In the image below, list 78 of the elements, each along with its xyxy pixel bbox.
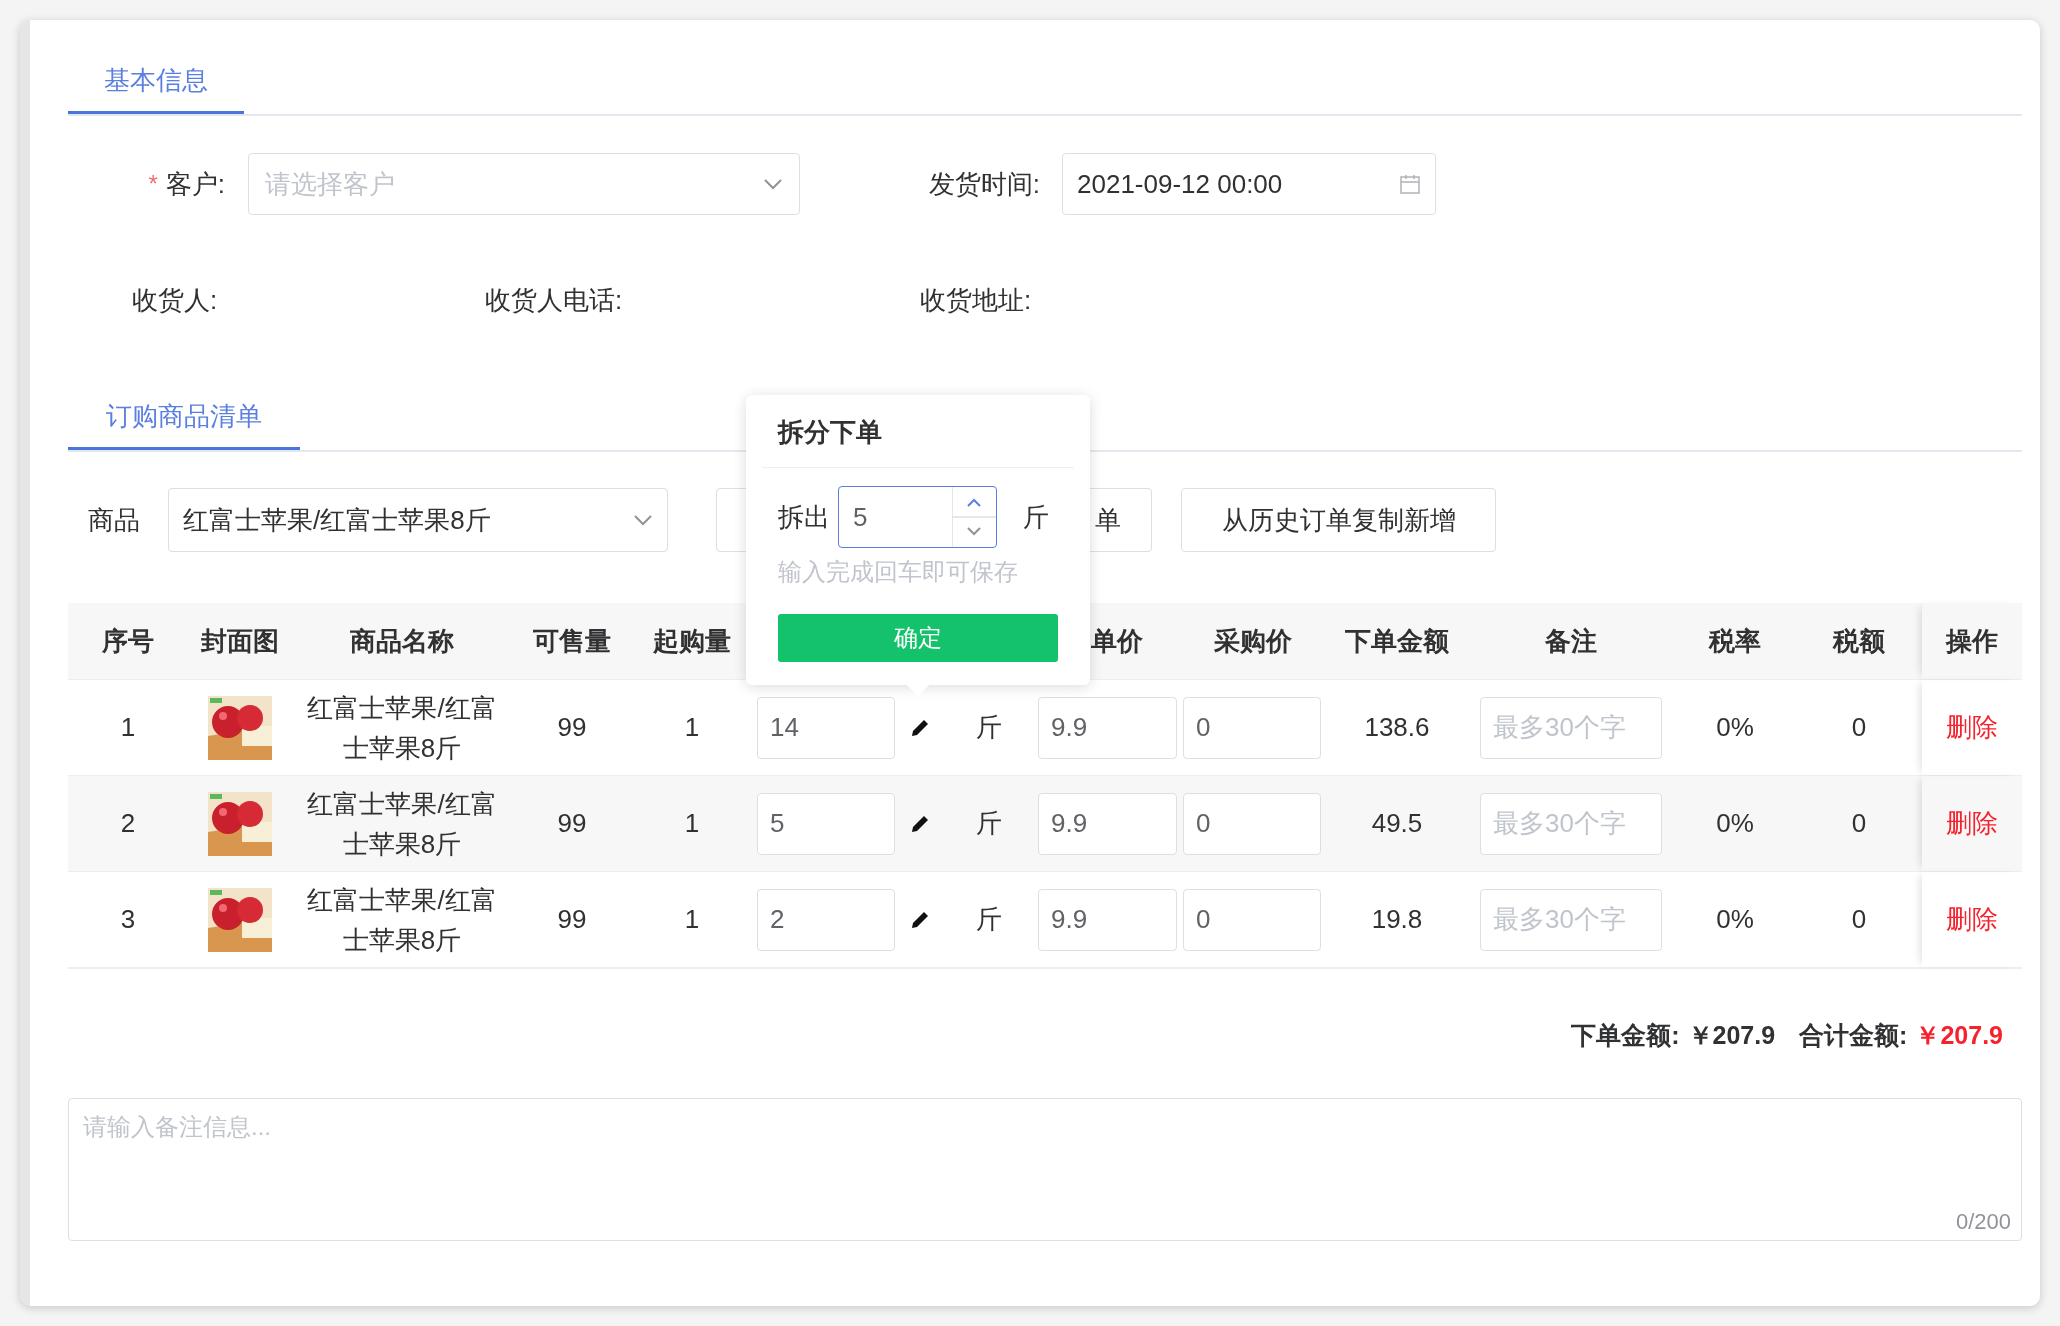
input-field[interactable]: 0 [1183, 696, 1321, 759]
apples-drawing [208, 695, 272, 760]
info-label: 收货人电话: [485, 284, 623, 315]
field-label: 拆出 [778, 500, 830, 534]
column-header: 操作 [1946, 624, 1998, 658]
field-label: 发货时间: [928, 167, 1040, 201]
input-field[interactable]: 9.9 [1038, 888, 1177, 951]
column-header: 税额 [1833, 624, 1885, 658]
remark-textarea[interactable]: 请输入备注信息... 0/200 [68, 1098, 2022, 1241]
table-cell-text: 99 [557, 903, 587, 936]
delete-link[interactable]: 删除 [1946, 900, 1998, 939]
table-cell-text: 3 [120, 903, 136, 936]
table-cell-text: 0 [1851, 807, 1867, 840]
unit-label: 斤 [1023, 500, 1049, 534]
table-cell-text: 99 [557, 807, 587, 840]
input-field[interactable]: 5 [757, 792, 895, 855]
table-cell-text: 138.6 [1364, 711, 1430, 744]
table-cell-text: 1 [684, 711, 700, 744]
column-header: 商品名称 [350, 624, 454, 658]
column-header: 备注 [1545, 624, 1597, 658]
section-tab[interactable]: 基本信息 [68, 50, 244, 114]
table-cell-text: 1 [684, 807, 700, 840]
section-tab[interactable]: 订购商品清单 [68, 385, 300, 450]
input-field[interactable]: 2 [757, 888, 895, 951]
toolbar-button[interactable]: 从历史订单复制新增 [1181, 488, 1496, 552]
hint-text: 输入完成回车即可保存 [778, 558, 1018, 585]
unit-label: 斤 [976, 807, 1002, 840]
summary-label: 合计金额: [1799, 1020, 1908, 1052]
column-header: 单价 [1091, 624, 1143, 658]
product-select[interactable]: 红富士苹果/红富士苹果8斤 [168, 488, 668, 552]
table-cell-text: 0 [1851, 711, 1867, 744]
input-field[interactable]: 0 [1183, 888, 1321, 951]
table-cell-text: 2 [120, 807, 136, 840]
delete-link[interactable]: 删除 [1946, 804, 1998, 843]
column-header: 采购价 [1214, 624, 1292, 658]
table-cell-text: 0% [1716, 903, 1754, 936]
input-field[interactable]: 9.9 [1038, 792, 1177, 855]
table-cell-text: 1 [120, 711, 136, 744]
character-counter: 0/200 [1955, 1208, 2011, 1236]
required-mark: * [148, 169, 158, 199]
table-cell-text: 0% [1716, 711, 1754, 744]
column-header: 起购量 [653, 624, 731, 658]
chevron-down-icon [763, 178, 783, 190]
summary-label: 下单金额: [1571, 1020, 1680, 1052]
column-header: 税率 [1709, 624, 1761, 658]
table-cell-text: 0 [1851, 903, 1867, 936]
field-label: 客户: [165, 167, 225, 201]
apples-drawing [208, 887, 272, 952]
unit-label: 斤 [976, 711, 1002, 744]
info-label: 收货人: [132, 284, 218, 315]
table-cell-text: 19.8 [1371, 903, 1423, 936]
input-field[interactable]: 14 [757, 696, 895, 759]
table-cell-text: 1 [684, 903, 700, 936]
product-name: 红富士苹果/红富士苹果8斤 [306, 691, 498, 765]
table-cell-text: 0% [1716, 807, 1754, 840]
apples-drawing [208, 791, 272, 856]
delete-link[interactable]: 删除 [1946, 708, 1998, 747]
column-header: 封面图 [201, 624, 279, 658]
column-header: 下单金额 [1345, 624, 1449, 658]
column-header: 序号 [102, 624, 154, 658]
date-field[interactable]: 2021-09-12 00:00 [1062, 153, 1436, 215]
column-header: 可售量 [533, 624, 611, 658]
input-field[interactable]: 9.9 [1038, 696, 1177, 759]
table-cell-text: 99 [557, 711, 587, 744]
info-label: 收货地址: [920, 284, 1032, 315]
number-input[interactable]: 5 [838, 486, 997, 548]
summary-value: ￥207.9 [1915, 1020, 2003, 1052]
stepper-arrows-icon[interactable] [952, 487, 996, 547]
calendar-icon [1399, 173, 1421, 195]
input-field[interactable]: 0 [1183, 792, 1321, 855]
product-name: 红富士苹果/红富士苹果8斤 [306, 883, 498, 957]
table-cell-text: 49.5 [1371, 807, 1423, 840]
popover-title: 拆分下单 [778, 415, 882, 449]
summary-value: ￥207.9 [1687, 1020, 1776, 1052]
unit-label: 斤 [976, 903, 1002, 936]
field-label: 商品 [88, 503, 140, 537]
chevron-down-icon [633, 514, 653, 526]
product-name: 红富士苹果/红富士苹果8斤 [306, 787, 498, 861]
